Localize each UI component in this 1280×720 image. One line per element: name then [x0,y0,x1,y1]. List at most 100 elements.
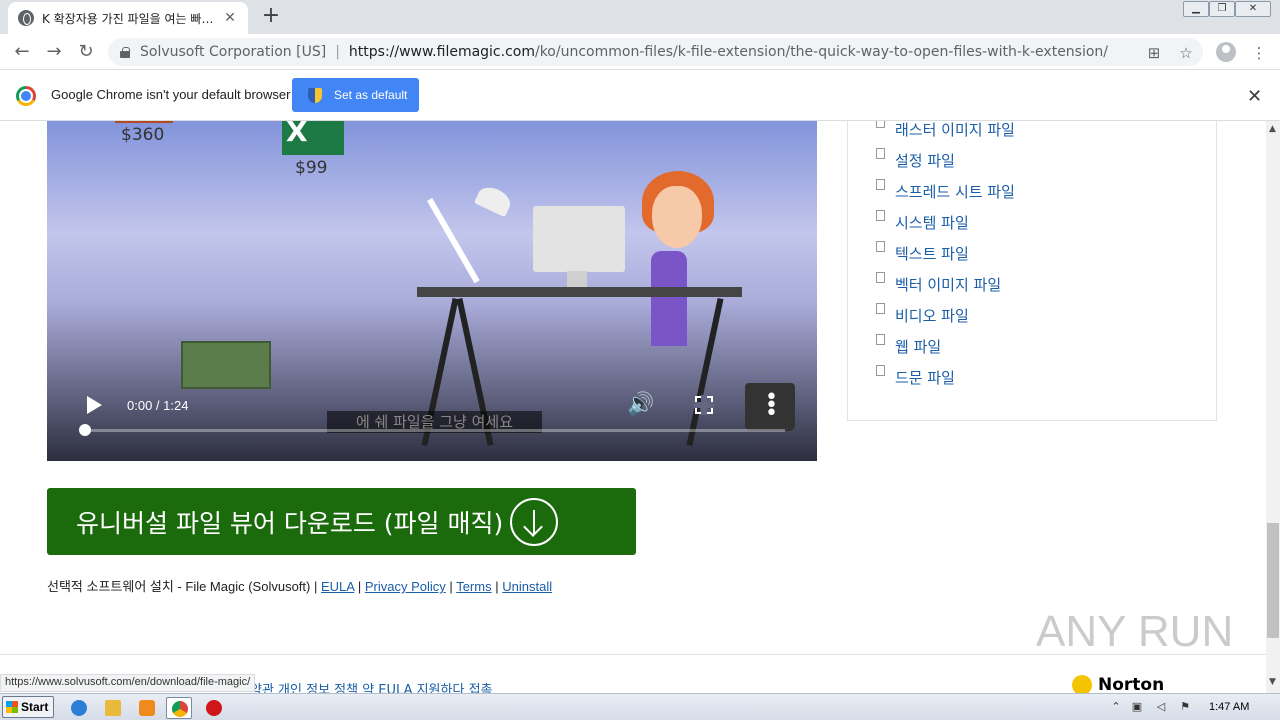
anyrun-watermark: ANY RUN [1036,607,1234,656]
price-label: $360 [121,125,165,145]
video-progress-track[interactable] [85,429,785,432]
url-separator: | [335,44,340,60]
fullscreen-icon[interactable] [694,395,714,415]
sidebar-link-label: 벡터 이미지 파일 [895,276,1002,294]
sidebar-link[interactable]: 시스템 파일 [876,210,969,233]
desk-leg-graphic [686,298,724,446]
terms-link[interactable]: Terms [456,579,491,594]
norton-badge[interactable]: Norton [1072,675,1212,693]
sidebar-link[interactable]: 벡터 이미지 파일 [876,272,1002,295]
scroll-up-icon[interactable]: ▲ [1269,124,1276,134]
set-default-button[interactable]: Set as default [292,78,419,112]
download-label: 유니버설 파일 뷰어 다운로드 (파일 매직) [76,508,504,538]
infobar-message: Google Chrome isn't your default browser [51,87,291,102]
tray-expand-icon[interactable]: ⌃ [1110,701,1122,713]
download-button[interactable]: 유니버설 파일 뷰어 다운로드 (파일 매직) [47,488,636,555]
volume-tray-icon[interactable]: ◁ [1155,701,1167,713]
desk-graphic [417,287,742,297]
person-head-graphic [652,186,702,248]
tab-close-icon[interactable]: ✕ [222,10,238,26]
profile-avatar-icon[interactable] [1216,42,1236,62]
media-player-taskbar-button[interactable] [134,697,160,719]
sidebar-link-label: 텍스트 파일 [895,245,969,263]
video-player[interactable]: $360 X $99 에 쉐 파일을 그냥 여세요 0:00 / 1:24 🔊 … [47,121,817,461]
sidebar-link[interactable]: 드문 파일 [876,365,955,388]
sidebar-link[interactable]: 텍스트 파일 [876,241,969,264]
back-button[interactable]: ← [10,40,34,64]
document-icon [876,334,885,345]
more-options-icon[interactable]: ••• [765,387,778,425]
sidebar-link[interactable]: 설정 파일 [876,148,955,171]
lock-icon [120,46,130,58]
chrome-taskbar-button[interactable] [166,697,192,719]
start-button[interactable]: Start [2,696,54,718]
sidebar-link[interactable]: 비디오 파일 [876,303,969,326]
system-tray: ⌃ ▣ ◁ ⚑ [1105,695,1280,720]
internet-explorer-icon [71,700,87,716]
sidebar-link-label: 웹 파일 [895,338,942,356]
set-default-label: Set as default [334,88,408,102]
footer-links[interactable]: 약관 개인 정보 정책 약 EULA 지원하다 접촉 [250,679,493,693]
translate-icon[interactable]: ⊞ [1145,44,1163,62]
infobar-close-icon[interactable]: ✕ [1247,86,1262,107]
cert-owner: Solvusoft Corporation [US] [140,44,327,60]
document-icon [876,179,885,190]
eula-link[interactable]: EULA [321,579,354,594]
document-icon [876,303,885,314]
sidebar-link-label: 스프레드 시트 파일 [895,183,1015,201]
taskbar-clock[interactable]: 1:47 AM [1209,701,1249,713]
privacy-policy-link[interactable]: Privacy Policy [365,579,446,594]
legal-line: 선택적 소프트웨어 설치 - File Magic (Solvusoft) | … [47,576,552,595]
scrollbar-thumb[interactable] [1267,523,1279,638]
monitor-graphic [533,206,625,272]
media-player-icon [139,700,155,716]
sidebar-link[interactable]: 스프레드 시트 파일 [876,179,1015,202]
lamp-graphic [427,198,480,284]
window-close-button[interactable]: ✕ [1235,1,1271,17]
minimize-button[interactable]: ▁ [1183,1,1209,17]
sidebar-link-label: 래스터 이미지 파일 [895,121,1015,139]
uac-shield-icon [308,87,322,103]
default-browser-infobar: Google Chrome isn't your default browser… [0,70,1280,121]
action-center-flag-icon[interactable]: ⚑ [1179,701,1191,713]
scroll-down-icon[interactable]: ▼ [1269,677,1276,687]
sidebar-link[interactable]: 래스터 이미지 파일 [876,121,1015,140]
play-icon[interactable] [87,396,102,414]
sidebar-link[interactable]: 웹 파일 [876,334,942,357]
video-time: 0:00 / 1:24 [127,398,189,413]
legal-separator: | [357,579,362,594]
browser-tab[interactable]: K 확장자용 가진 파일을 여는 빠른 방 ✕ [8,2,248,34]
page-scrollbar[interactable]: ▲ ▼ [1266,121,1280,693]
globe-icon [18,10,34,26]
document-icon [876,121,885,128]
folder-icon [105,700,121,716]
sidebar-link-label: 시스템 파일 [895,214,969,232]
person-body-graphic [651,251,687,346]
restore-button[interactable]: ❐ [1209,1,1235,17]
price-label: $99 [295,158,328,178]
sidebar-link-label: 비디오 파일 [895,307,969,325]
forward-button[interactable]: → [42,40,66,64]
explorer-taskbar-button[interactable] [100,697,126,719]
new-tab-button[interactable]: + [258,4,284,30]
url-path: /ko/uncommon-files/k-file-extension/the-… [534,44,1109,60]
document-icon [876,241,885,252]
network-icon[interactable]: ▣ [1131,701,1143,713]
ie-taskbar-button[interactable] [66,697,92,719]
address-bar[interactable]: Solvusoft Corporation [US] | https://www… [108,38,1203,66]
bookmark-star-icon[interactable]: ☆ [1177,44,1195,62]
reload-button[interactable]: ↻ [74,40,98,64]
uninstall-link[interactable]: Uninstall [502,579,552,594]
status-bar-url: https://www.solvusoft.com/en/download/fi… [0,674,256,692]
document-icon [876,272,885,283]
download-arrow-icon [510,497,559,546]
money-stack-graphic [181,341,271,389]
browser-toolbar: ← → ↻ Solvusoft Corporation [US] | https… [0,34,1280,70]
security-taskbar-button[interactable] [201,697,227,719]
volume-icon[interactable]: 🔊 [627,394,654,416]
monitor-stand-graphic [567,271,587,287]
video-progress-knob[interactable] [79,424,91,436]
tab-title: K 확장자용 가진 파일을 여는 빠른 방 [42,11,222,26]
chrome-icon [172,701,188,717]
menu-kebab-icon[interactable]: ⋮ [1250,44,1268,62]
